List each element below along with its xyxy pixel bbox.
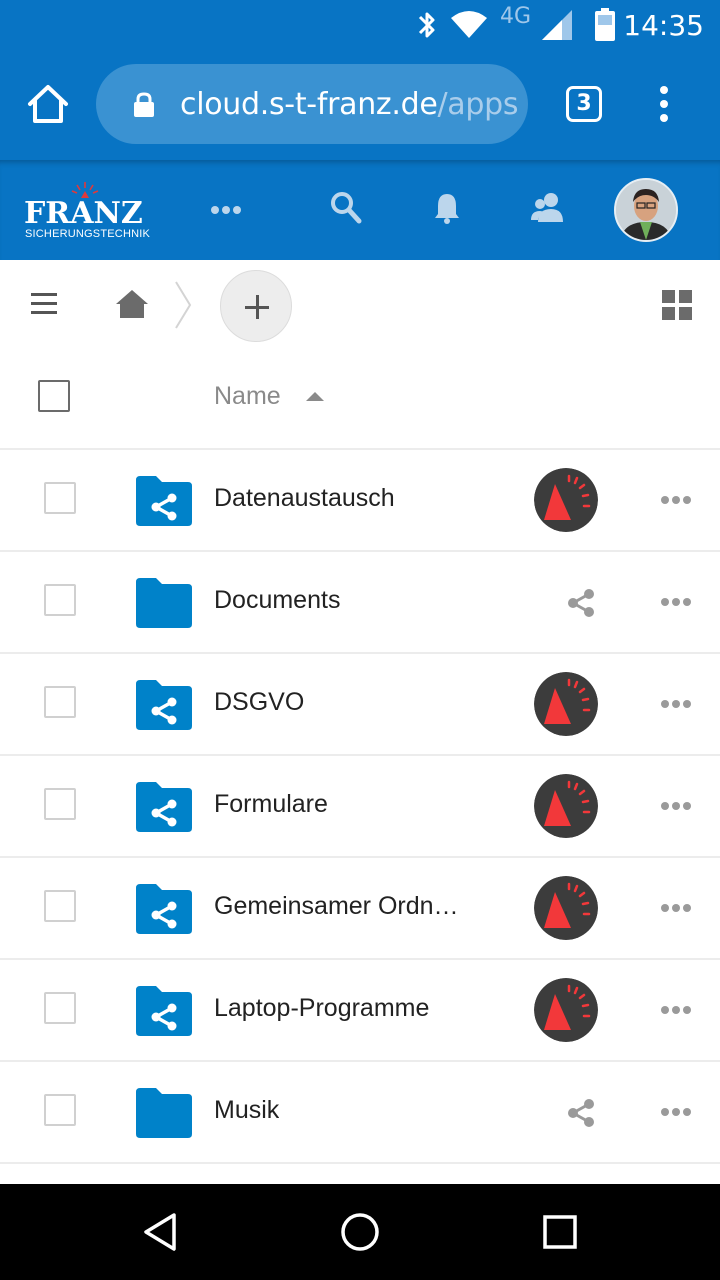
table-row[interactable]: Musik [0, 1062, 720, 1164]
network-type: 4G [500, 4, 532, 29]
address-bar[interactable]: cloud.s-t-franz.de/apps [96, 64, 528, 144]
folder-icon [136, 476, 192, 526]
contacts-icon[interactable] [530, 190, 564, 224]
folder-icon [136, 1088, 192, 1138]
more-actions-icon[interactable] [660, 800, 692, 812]
folder-icon [136, 986, 192, 1036]
url-domain: cloud.s-t-franz.de [180, 87, 438, 122]
share-icon[interactable] [566, 588, 596, 618]
url-text: cloud.s-t-franz.de/apps [180, 87, 519, 122]
more-actions-icon[interactable] [660, 494, 692, 506]
franz-logo[interactable]: FRANZ SICHERUNGSTECHNIK [24, 180, 150, 240]
owner-avatar-image [534, 774, 598, 838]
file-name[interactable]: Datenaustausch [214, 484, 395, 513]
folder-icon [136, 680, 192, 730]
owner-avatar-image [534, 672, 598, 736]
more-apps-icon[interactable] [210, 204, 242, 216]
select-all-checkbox[interactable] [38, 380, 70, 412]
back-icon[interactable] [142, 1212, 178, 1252]
more-actions-icon[interactable] [660, 902, 692, 914]
cell-signal-icon [542, 10, 572, 40]
row-checkbox[interactable] [44, 788, 76, 820]
sort-ascending-icon[interactable] [306, 392, 324, 401]
row-checkbox[interactable] [44, 584, 76, 616]
owner-avatar-image [534, 978, 598, 1042]
share-owner-avatar[interactable] [534, 672, 598, 736]
user-photo [616, 180, 676, 240]
row-checkbox[interactable] [44, 686, 76, 718]
row-checkbox[interactable] [44, 890, 76, 922]
file-list: Datenaustausch Documents DSGVO Formulare… [0, 450, 720, 1164]
share-icon[interactable] [566, 1098, 596, 1128]
table-row[interactable]: Laptop-Programme [0, 960, 720, 1062]
share-owner-avatar[interactable] [534, 876, 598, 940]
url-path: /apps [437, 87, 519, 122]
more-actions-icon[interactable] [660, 1106, 692, 1118]
home-icon[interactable] [26, 82, 70, 126]
table-row[interactable]: DSGVO [0, 654, 720, 756]
file-name[interactable]: Musik [214, 1096, 279, 1125]
app-header: FRANZ SICHERUNGSTECHNIK [0, 160, 720, 260]
overflow-menu-icon[interactable] [650, 84, 678, 124]
hamburger-icon[interactable] [31, 292, 57, 316]
file-name[interactable]: Documents [214, 586, 340, 615]
battery-icon [595, 8, 615, 41]
row-checkbox[interactable] [44, 1094, 76, 1126]
home-icon[interactable] [114, 288, 150, 320]
folder-icon [136, 884, 192, 934]
browser-toolbar: cloud.s-t-franz.de/apps 3 [0, 48, 720, 160]
table-row[interactable]: Datenaustausch [0, 450, 720, 552]
file-name[interactable]: Gemeinsamer Ordn… [214, 892, 459, 921]
logo-subtitle: SICHERUNGSTECHNIK [25, 228, 151, 240]
search-icon[interactable] [330, 190, 362, 224]
more-actions-icon[interactable] [660, 596, 692, 608]
file-name[interactable]: DSGVO [214, 688, 304, 717]
bell-icon[interactable] [434, 190, 460, 224]
breadcrumb-separator-icon [175, 281, 192, 329]
share-owner-avatar[interactable] [534, 774, 598, 838]
more-actions-icon[interactable] [660, 1004, 692, 1016]
row-checkbox[interactable] [44, 992, 76, 1024]
share-owner-avatar[interactable] [534, 468, 598, 532]
user-avatar[interactable] [614, 178, 678, 242]
share-owner-avatar[interactable] [534, 978, 598, 1042]
home-circle-icon[interactable] [340, 1212, 380, 1252]
table-header: Name [0, 352, 720, 450]
logo-brand: FRANZ [24, 196, 143, 231]
file-name[interactable]: Laptop-Programme [214, 994, 429, 1023]
grid-view-icon[interactable] [662, 290, 692, 320]
tab-switcher-button[interactable]: 3 [566, 86, 602, 122]
lock-icon [134, 92, 154, 117]
wifi-icon [451, 11, 487, 38]
table-row[interactable]: Formulare [0, 756, 720, 858]
column-name-header[interactable]: Name [214, 382, 281, 411]
file-name[interactable]: Formulare [214, 790, 328, 819]
clock: 14:35 [623, 9, 704, 42]
bluetooth-icon [418, 12, 435, 38]
table-row[interactable]: Documents [0, 552, 720, 654]
recents-icon[interactable] [542, 1214, 578, 1250]
add-button[interactable] [220, 270, 292, 342]
owner-avatar-image [534, 468, 598, 532]
more-actions-icon[interactable] [660, 698, 692, 710]
system-nav-bar [0, 1184, 720, 1280]
folder-icon [136, 782, 192, 832]
status-bar: 4G 14:35 [0, 0, 720, 48]
table-row[interactable]: Gemeinsamer Ordn… [0, 858, 720, 960]
row-checkbox[interactable] [44, 482, 76, 514]
folder-icon [136, 578, 192, 628]
owner-avatar-image [534, 876, 598, 940]
breadcrumb-bar [0, 260, 720, 352]
